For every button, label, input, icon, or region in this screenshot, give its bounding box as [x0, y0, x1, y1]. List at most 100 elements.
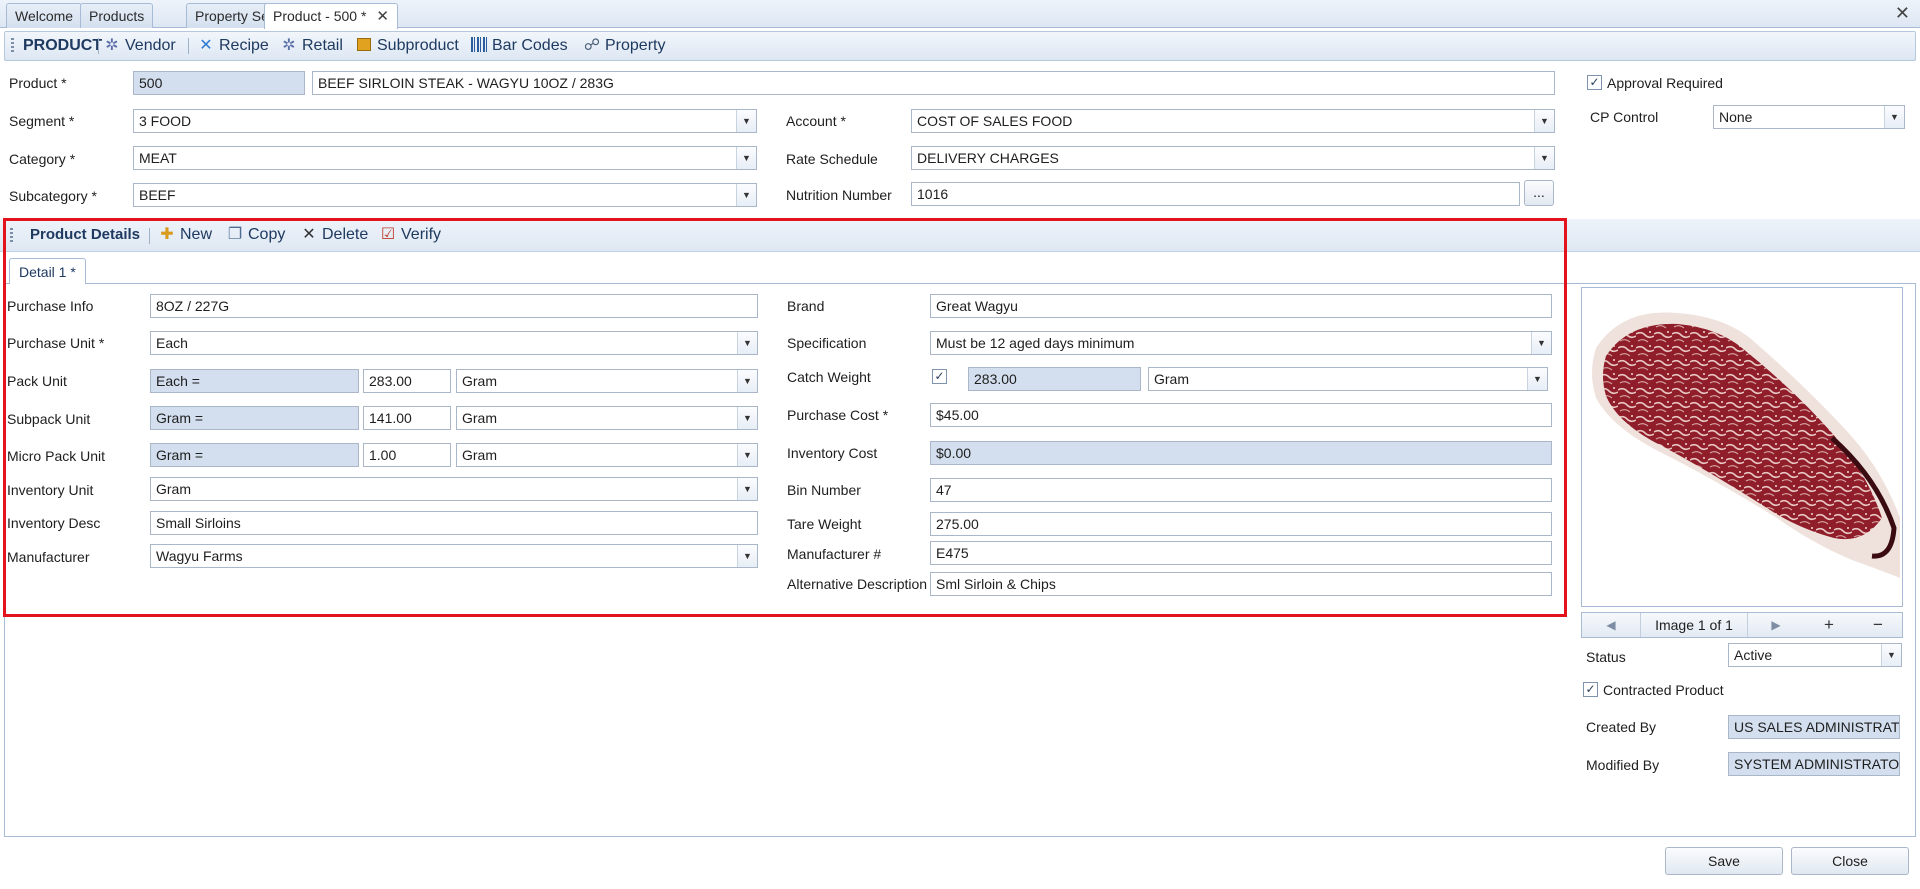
catch-weight-uom-select[interactable]: Gram ▼: [1148, 367, 1548, 391]
chevron-down-icon[interactable]: ▼: [736, 184, 756, 206]
inventory-unit-select[interactable]: Gram ▼: [150, 477, 758, 501]
chevron-down-icon[interactable]: ▼: [1884, 106, 1904, 128]
gears-icon: ✲: [282, 37, 296, 54]
new-button[interactable]: ✚ New: [158, 221, 212, 249]
close-window-icon[interactable]: ✕: [1895, 3, 1910, 24]
purchase-unit-select[interactable]: Each ▼: [150, 331, 758, 355]
rate-schedule-label: Rate Schedule: [786, 151, 878, 167]
tab-label: Welcome: [15, 8, 74, 24]
segment-select[interactable]: 3 FOOD ▼: [133, 109, 757, 133]
previous-image-button[interactable]: ◀: [1582, 613, 1640, 637]
chevron-down-icon[interactable]: ▼: [737, 332, 757, 354]
toolbar-grip[interactable]: [10, 228, 13, 244]
chevron-down-icon[interactable]: ▼: [1534, 110, 1554, 132]
barcodes-label: Bar Codes: [492, 37, 568, 54]
specification-value: Must be 12 aged days minimum: [936, 335, 1135, 351]
subcategory-value: BEEF: [139, 187, 176, 203]
chevron-down-icon[interactable]: ▼: [737, 370, 757, 392]
pack-unit-uom-select[interactable]: Gram ▼: [456, 369, 758, 393]
micro-pack-unit-uom-select[interactable]: Gram ▼: [456, 443, 758, 467]
copy-button[interactable]: ❐ Copy: [226, 221, 286, 249]
nutrition-lookup-button[interactable]: ...: [1524, 180, 1554, 206]
product-name-field[interactable]: BEEF SIRLOIN STEAK - WAGYU 10OZ / 283G: [312, 71, 1555, 95]
tab-welcome[interactable]: Welcome: [6, 3, 83, 28]
chevron-down-icon[interactable]: ▼: [737, 545, 757, 567]
category-select[interactable]: MEAT ▼: [133, 146, 757, 170]
alternative-description-field[interactable]: Sml Sirloin & Chips: [930, 572, 1552, 596]
product-image[interactable]: [1581, 287, 1903, 607]
delete-button[interactable]: ✕ Delete: [300, 221, 368, 249]
gears-icon: ✲: [105, 37, 119, 54]
chevron-down-icon[interactable]: ▼: [736, 147, 756, 169]
close-tab-icon[interactable]: ✕: [376, 8, 389, 25]
chevron-down-icon[interactable]: ▼: [1527, 368, 1547, 390]
close-button[interactable]: Close: [1791, 847, 1909, 875]
toolbar-grip[interactable]: [11, 38, 14, 54]
barcodes-button[interactable]: Bar Codes: [470, 32, 568, 60]
next-image-button[interactable]: ▶: [1748, 613, 1804, 637]
purchase-info-field[interactable]: 8OZ / 227G: [150, 294, 758, 318]
catch-weight-checkbox[interactable]: ✓: [932, 369, 947, 384]
toolbar-separator: [98, 38, 99, 54]
document-tab-strip: Welcome Products Property Setup Product …: [0, 0, 1920, 29]
category-value: MEAT: [139, 150, 177, 166]
product-toolbar: PRODUCT ✲ Vendor ✕ Recipe ✲ Retail Subprodu…: [4, 31, 1916, 61]
catch-weight-uom-value: Gram: [1154, 371, 1189, 387]
micro-pack-unit-quantity-field[interactable]: 1.00: [363, 443, 451, 467]
pack-unit-uom-value: Gram: [462, 373, 497, 389]
inventory-desc-field[interactable]: Small Sirloins: [150, 511, 758, 535]
cp-control-select[interactable]: None ▼: [1713, 105, 1905, 129]
catch-weight-quantity-field[interactable]: 283.00: [968, 367, 1141, 391]
purchase-cost-field[interactable]: $45.00: [930, 403, 1552, 427]
tab-label: Products: [89, 8, 145, 24]
contracted-product-checkbox[interactable]: ✓: [1583, 682, 1598, 697]
chevron-down-icon[interactable]: ▼: [1534, 147, 1554, 169]
recipe-button[interactable]: ✕ Recipe: [197, 32, 269, 60]
bin-number-field[interactable]: 47: [930, 478, 1552, 502]
subpack-unit-quantity-field[interactable]: 141.00: [363, 406, 451, 430]
nutrition-number-field[interactable]: 1016: [911, 182, 1520, 206]
manufacturer-number-field[interactable]: E475: [930, 541, 1552, 565]
modified-by-label: Modified By: [1586, 757, 1660, 773]
verify-button[interactable]: ☑ Verify: [379, 221, 441, 249]
retail-label: Retail: [302, 37, 343, 54]
manufacturer-select[interactable]: Wagyu Farms ▼: [150, 544, 758, 568]
subcategory-select[interactable]: BEEF ▼: [133, 183, 757, 207]
org-chart-icon: ☍: [583, 37, 601, 54]
approval-required-checkbox[interactable]: ✓: [1587, 75, 1602, 90]
copy-icon: ❐: [227, 226, 243, 243]
tare-weight-field[interactable]: 275.00: [930, 512, 1552, 536]
product-details-toolbar: Product Details ✚ New ❐ Copy ✕ Delete ☑ Veri…: [0, 219, 1920, 252]
chevron-down-icon[interactable]: ▼: [1531, 332, 1551, 354]
remove-image-button[interactable]: −: [1854, 613, 1902, 637]
product-code-field[interactable]: 500: [133, 71, 305, 95]
retail-button[interactable]: ✲ Retail: [280, 32, 343, 60]
account-label: Account *: [786, 113, 846, 129]
chevron-down-icon[interactable]: ▼: [1881, 644, 1901, 666]
rate-schedule-select[interactable]: DELIVERY CHARGES ▼: [911, 146, 1555, 170]
rate-schedule-value: DELIVERY CHARGES: [917, 150, 1059, 166]
add-image-button[interactable]: +: [1804, 613, 1854, 637]
chevron-down-icon[interactable]: ▼: [737, 407, 757, 429]
inventory-cost-field: $0.00: [930, 441, 1552, 465]
vendor-button[interactable]: ✲ Vendor: [103, 32, 175, 60]
chevron-down-icon[interactable]: ▼: [737, 478, 757, 500]
created-by-label: Created By: [1586, 719, 1657, 735]
account-select[interactable]: COST OF SALES FOOD ▼: [911, 109, 1555, 133]
tab-products[interactable]: Products: [80, 3, 154, 28]
brand-field[interactable]: Great Wagyu: [930, 294, 1552, 318]
status-select[interactable]: Active ▼: [1728, 643, 1902, 667]
specification-select[interactable]: Must be 12 aged days minimum ▼: [930, 331, 1552, 355]
save-button[interactable]: Save: [1665, 847, 1783, 875]
pack-unit-equals-field: Each =: [150, 369, 359, 393]
chevron-down-icon[interactable]: ▼: [737, 444, 757, 466]
pack-unit-quantity-field[interactable]: 283.00: [363, 369, 451, 393]
property-button[interactable]: ☍ Property: [583, 32, 666, 60]
inventory-cost-label: Inventory Cost: [787, 445, 878, 461]
tab-product-500[interactable]: Product - 500 * ✕: [264, 3, 398, 29]
subpack-unit-uom-select[interactable]: Gram ▼: [456, 406, 758, 430]
tab-detail-1[interactable]: Detail 1 *: [9, 258, 86, 284]
micro-pack-unit-equals-field: Gram =: [150, 443, 359, 467]
chevron-down-icon[interactable]: ▼: [736, 110, 756, 132]
subproduct-button[interactable]: Subproduct: [355, 32, 459, 60]
